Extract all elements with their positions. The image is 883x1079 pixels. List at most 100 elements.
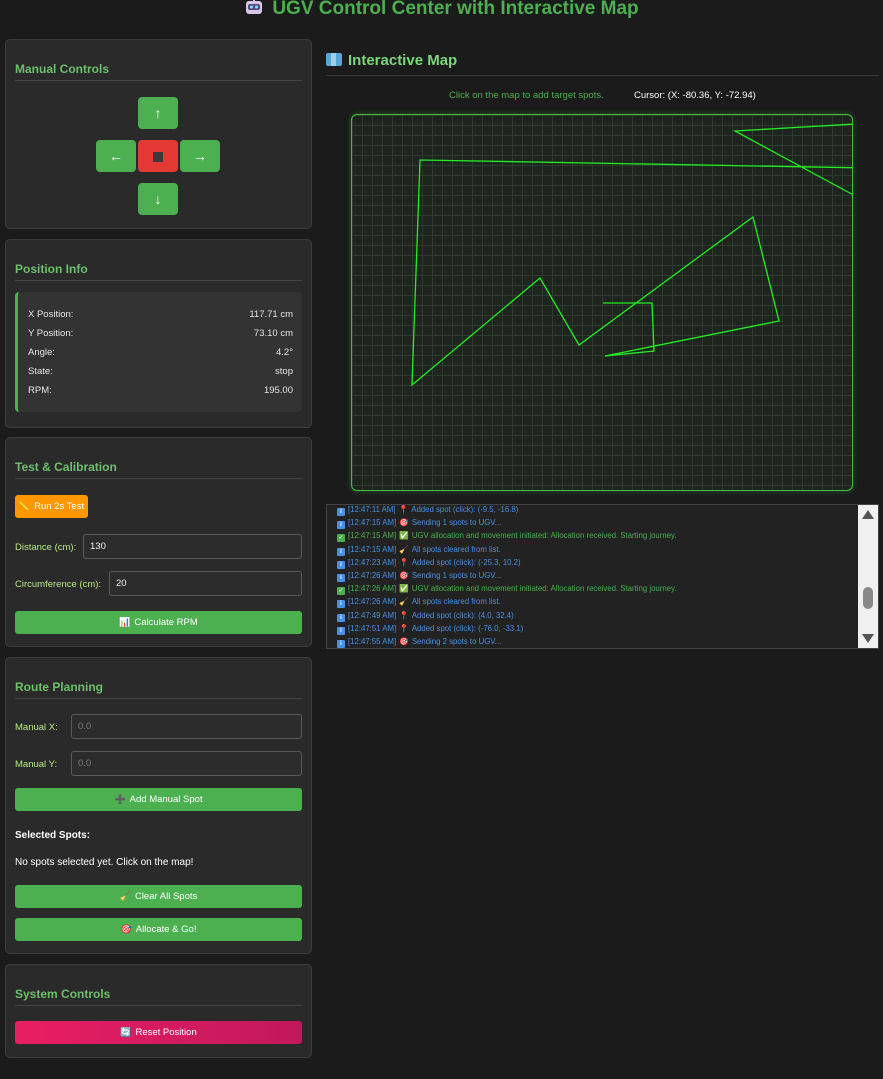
info-label: State: [28, 366, 53, 377]
info-icon: i [337, 508, 345, 516]
calculate-rpm-button[interactable]: 📊 Calculate RPM [15, 611, 302, 634]
log-time: [12:47:15 AM] [348, 544, 397, 554]
info-label: Y Position: [28, 328, 74, 339]
info-icon: i [337, 613, 345, 622]
selected-spots-title: Selected Spots: [15, 830, 91, 841]
system-controls-panel: System Controls 🔄 Reset Position [5, 964, 312, 1058]
move-left-button[interactable]: ← [96, 140, 136, 172]
run-test-button[interactable]: 📏 Run 2s Test [15, 495, 88, 518]
interactive-map-canvas[interactable] [351, 114, 853, 491]
pin-icon: 📍 [399, 623, 409, 633]
log-text: Added spot (click): (-9.5, -16.8) [411, 505, 519, 514]
position-info-box: X Position: 117.71 cm Y Position: 73.10 cm… [15, 292, 302, 412]
target-icon: 🎯 [120, 924, 132, 934]
bar-chart-icon: 📊 [119, 617, 131, 627]
info-label: RPM: [28, 385, 52, 396]
manual-controls-panel: Manual Controls ↑ ← → ↓ [5, 39, 312, 229]
log-time: [12:47:51 AM] [348, 623, 397, 633]
distance-label: Distance (cm): [15, 542, 77, 553]
log-entry: i [12:47:15 AM] 🧹 All spots cleared from li… [337, 543, 852, 556]
log-scrollbar[interactable] [858, 505, 878, 648]
log-time: [12:47:26 AM] [348, 570, 397, 580]
info-value: 73.10 cm [253, 328, 293, 339]
broom-icon: 🧹 [399, 597, 409, 607]
position-info-title: Position Info [15, 262, 302, 281]
log-text: Added spot (click): (-76.0, -33.1) [411, 623, 524, 633]
pin-icon: 📍 [399, 557, 409, 567]
map-icon [326, 53, 342, 66]
check-badge-icon: ✓ [337, 587, 345, 596]
log-entry: i [12:47:26 AM] 🧹 All spots cleared from li… [337, 595, 852, 609]
info-icon: i [337, 573, 345, 582]
reset-position-button[interactable]: 🔄 Reset Position [15, 1021, 302, 1044]
info-icon: i [337, 547, 345, 556]
log-time: [12:47:15 AM] [348, 531, 397, 541]
circumference-input[interactable] [109, 571, 302, 596]
calibration-title: Test & Calibration [15, 460, 302, 479]
manual-y-label: Manual Y: [15, 759, 58, 770]
manual-y-input[interactable] [71, 751, 302, 776]
allocate-go-button[interactable]: 🎯 Allocate & Go! [15, 918, 302, 941]
move-up-button[interactable]: ↑ [138, 97, 178, 129]
route-planning-panel: Route Planning Manual X: Manual Y: ➕Add … [5, 657, 312, 954]
log-text: Sending 1 spots to UGV... [411, 570, 502, 580]
log-text: UGV allocation and movement initiated: A… [411, 584, 677, 594]
log-text: All spots cleared from list. [411, 597, 501, 607]
y-position-row: Y Position: 73.10 cm [28, 328, 293, 340]
info-icon: i [337, 626, 345, 635]
log-text: Sending 2 spots to UGV... [411, 636, 502, 646]
stop-icon [153, 152, 163, 162]
system-controls-title: System Controls [15, 987, 302, 1006]
log-time: [12:47:49 AM] [348, 610, 397, 620]
info-label: X Position: [28, 309, 74, 320]
pin-icon: 📍 [399, 610, 409, 620]
log-time: [12:47:15 AM] [348, 518, 397, 528]
cursor-readout: Cursor: (X: -80.36, Y: -72.94) [634, 90, 756, 101]
clear-all-spots-button[interactable]: 🧹 Clear All Spots [15, 885, 302, 908]
scroll-down-arrow-icon[interactable] [862, 634, 874, 643]
info-value: stop [275, 366, 293, 377]
app-title: UGV Control Center with Interactive Map [0, 0, 883, 18]
move-down-button[interactable]: ↓ [138, 183, 178, 215]
broom-icon: 🧹 [399, 544, 409, 554]
add-manual-spot-button[interactable]: ➕ Add Manual Spot [15, 788, 302, 811]
distance-input[interactable] [83, 534, 302, 559]
robot-icon [246, 0, 263, 14]
plus-icon: ➕ [114, 794, 126, 804]
calibration-panel: Test & Calibration 📏 Run 2s Test Distance… [5, 437, 312, 647]
move-right-button[interactable]: → [180, 140, 220, 172]
selected-spots-empty: No spots selected yet. Click on the map! [15, 857, 194, 868]
log-entry: i [12:47:51 AM] 📍 Added spot (click): (-76.… [337, 622, 852, 635]
run-test-label: Run 2s Test [34, 501, 85, 512]
clear-all-spots-label: Clear All Spots [134, 891, 198, 902]
activity-log[interactable]: i [12:47:11 AM] 📍 Added spot (click): (-9.5… [326, 504, 879, 649]
manual-controls-title: Manual Controls [15, 62, 302, 81]
log-entry: i [12:47:49 AM] 📍 Added spot (click): (4.0,… [337, 609, 852, 622]
manual-x-input[interactable] [71, 714, 302, 739]
stop-button[interactable] [138, 140, 178, 172]
position-info-panel: Position Info X Position: 117.71 cm Y Pos… [5, 239, 312, 428]
allocate-go-label: Allocate & Go! [135, 924, 197, 935]
scroll-thumb[interactable] [863, 587, 873, 609]
log-time: [12:47:26 AM] [348, 584, 397, 594]
ugv-path-svg [411, 123, 852, 387]
state-row: State: stop [28, 366, 293, 378]
log-text: Added spot (click): (-25.3, 10.2) [411, 557, 521, 567]
info-icon: i [337, 521, 345, 530]
target-icon: 🎯 [399, 518, 409, 528]
reset-position-label: Reset Position [135, 1027, 197, 1038]
ruler-icon: 📏 [18, 501, 31, 511]
log-entry: i [12:47:23 AM] 📍 Added spot (click): (-25.… [337, 556, 852, 569]
log-text: Added spot (click): (4.0, 32.4) [411, 610, 514, 620]
info-icon: i [337, 560, 345, 569]
log-text: UGV allocation and movement initiated: A… [411, 531, 677, 541]
info-icon: i [337, 639, 345, 648]
scroll-up-arrow-icon[interactable] [862, 510, 874, 519]
log-entry: i [12:47:11 AM] 📍 Added spot (click): (-9.5… [337, 505, 852, 516]
check-icon: ✅ [399, 584, 409, 594]
manual-x-label: Manual X: [15, 722, 58, 733]
check-badge-icon: ✓ [337, 534, 345, 543]
info-value: 195.00 [263, 385, 293, 396]
target-icon: 🎯 [399, 570, 409, 580]
refresh-icon: 🔄 [120, 1027, 132, 1037]
